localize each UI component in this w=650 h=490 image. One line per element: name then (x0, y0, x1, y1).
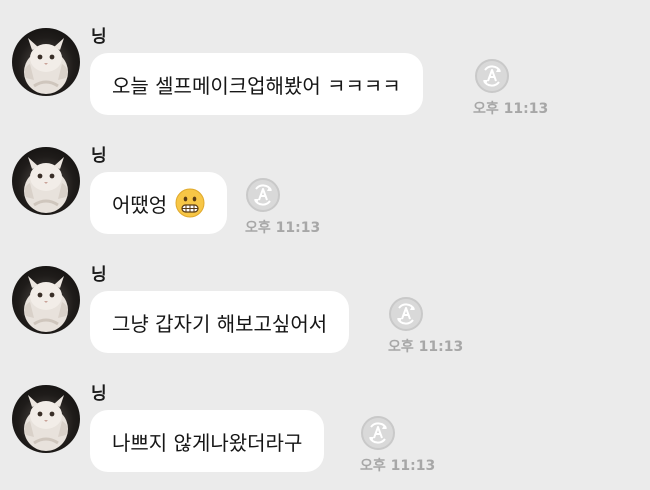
sender-name: 닝 (91, 27, 107, 47)
message-bubble[interactable]: 나쁘지 않게나왔더라구 (90, 410, 325, 472)
translate-a-icon (254, 184, 272, 206)
message-row: 닝 나쁘지 않게나왔더라구 오후 11:13 (0, 357, 650, 477)
message-text: 나쁘지 않게나왔더라구 (112, 430, 303, 455)
message-bubble[interactable]: 오늘 셀프메이크업해봤어 ㅋㅋㅋㅋ (90, 53, 423, 115)
message-text: 어땠엉 (112, 192, 168, 217)
message-text: 오늘 셀프메이크업해봤어 ㅋㅋㅋㅋ (112, 73, 401, 98)
translate-button[interactable] (389, 297, 423, 331)
sender-name: 닝 (91, 265, 107, 285)
translate-a-icon (397, 303, 415, 325)
avatar[interactable] (12, 147, 80, 215)
timestamp: 오후 11:13 (360, 458, 436, 474)
grimacing-face-emoji (175, 188, 205, 218)
message-row: 닝 그냥 갑자기 해보고싶어서 오후 11:13 (0, 238, 650, 358)
translate-a-icon (369, 422, 387, 444)
avatar[interactable] (12, 266, 80, 334)
message-row: 닝 오늘 셀프메이크업해봤어 ㅋㅋㅋㅋ 오후 11:13 (0, 0, 650, 120)
sender-name: 닝 (91, 384, 107, 404)
avatar[interactable] (12, 385, 80, 453)
message-bubble[interactable]: 그냥 갑자기 해보고싶어서 (90, 291, 350, 353)
message-bubble[interactable]: 어땠엉 (90, 172, 228, 234)
timestamp: 오후 11:13 (388, 339, 464, 355)
timestamp: 오후 11:13 (245, 220, 321, 236)
message-text: 그냥 갑자기 해보고싶어서 (112, 311, 328, 336)
message-row: 닝 어땠엉 오후 11:13 (0, 119, 650, 239)
translate-button[interactable] (361, 416, 395, 450)
translate-button[interactable] (246, 178, 280, 212)
sender-name: 닝 (91, 146, 107, 166)
avatar[interactable] (12, 28, 80, 96)
translate-a-icon (483, 65, 501, 87)
translate-button[interactable] (475, 59, 509, 93)
timestamp: 오후 11:13 (473, 101, 549, 117)
